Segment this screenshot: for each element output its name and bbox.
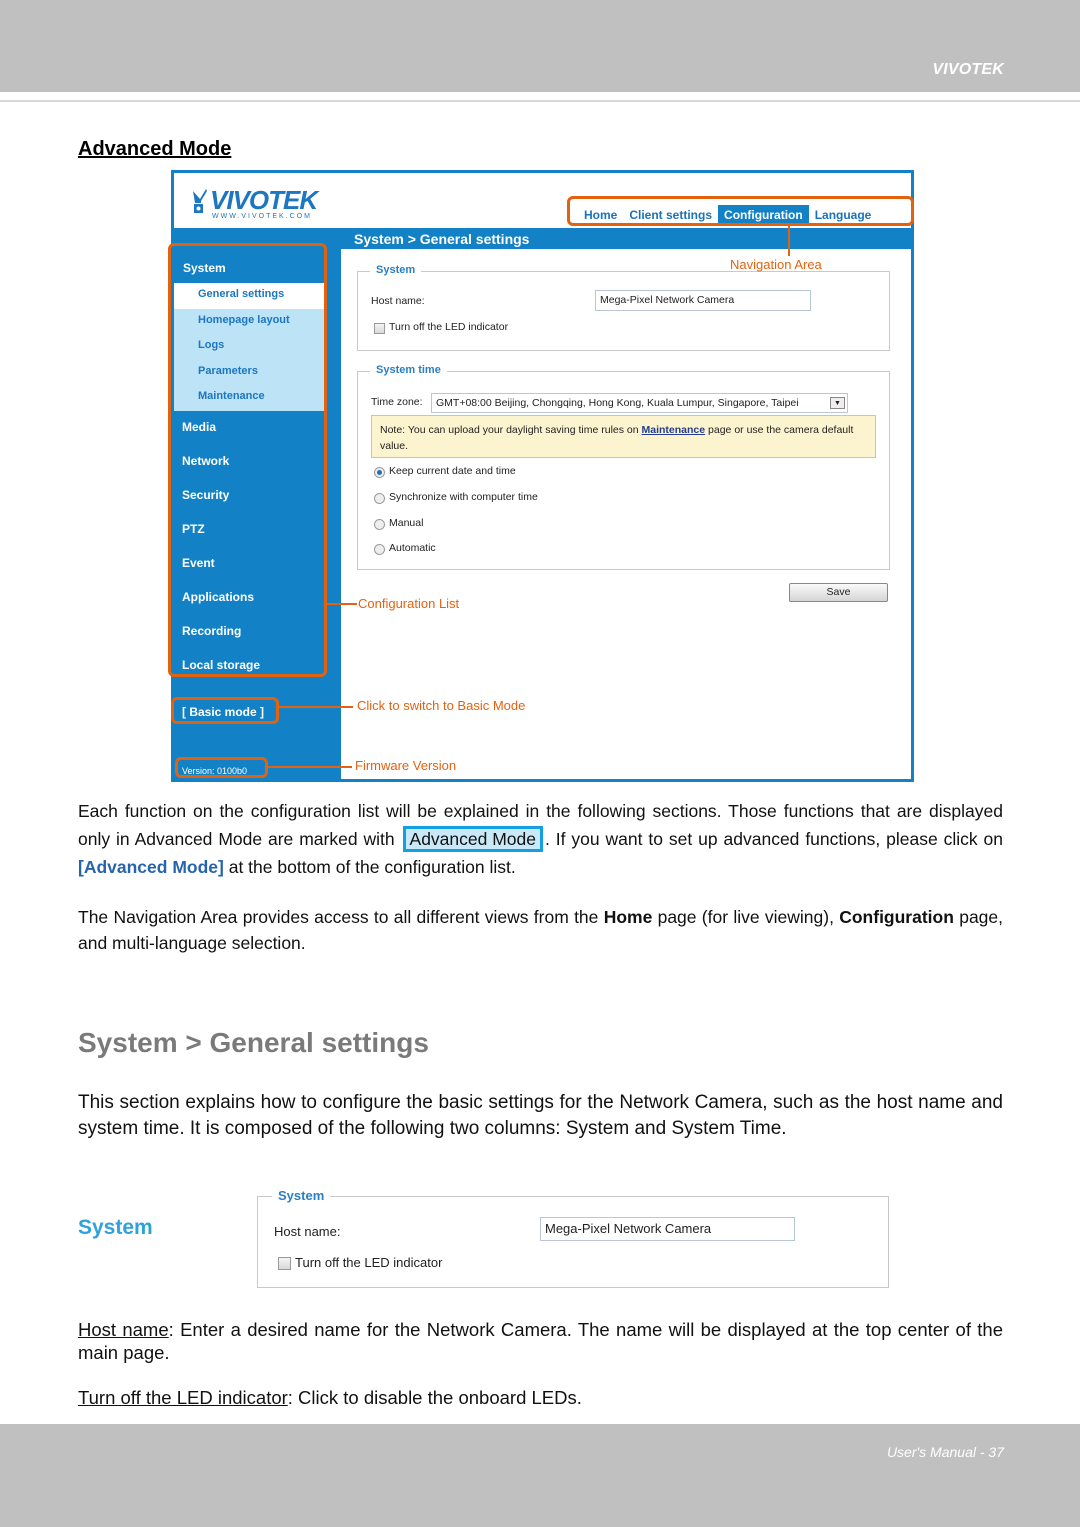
system-time-legend: System time — [370, 364, 447, 376]
maintenance-link[interactable]: Maintenance — [642, 424, 706, 436]
configuration-list-pointer — [327, 603, 357, 605]
system-panel-legend: System — [272, 1188, 331, 1203]
radio-manual[interactable] — [374, 519, 385, 530]
system-panel-host-label: Host name: — [274, 1224, 341, 1239]
led-description: Turn off the LED indicator: Click to dis… — [78, 1386, 1003, 1409]
option-sync-computer: Synchronize with computer time — [389, 491, 538, 503]
basic-mode-pointer — [279, 706, 353, 708]
page-footer: User's Manual - 37 — [0, 1424, 1080, 1527]
host-name-description: Host name: Enter a desired name for the … — [78, 1318, 1003, 1364]
led-text: : Click to disable the onboard LEDs. — [287, 1387, 582, 1408]
paragraph-section-intro: This section explains how to configure t… — [78, 1092, 1003, 1139]
radio-keep-current[interactable] — [374, 467, 385, 478]
led-label: Turn off the LED indicator — [389, 321, 509, 333]
led-term: Turn off the LED indicator — [78, 1387, 288, 1408]
para1-text-c: at the bottom of the configuration list. — [223, 857, 516, 877]
page-header: VIVOTEK — [0, 0, 1080, 92]
option-keep-current: Keep current date and time — [389, 465, 516, 477]
camera-logo-icon — [193, 189, 207, 213]
radio-sync-computer[interactable] — [374, 493, 385, 504]
system-fieldset: System Host name: Mega-Pixel Network Cam… — [357, 264, 890, 351]
configuration-list-annotation: Configuration List — [358, 596, 460, 611]
navigation-area-pointer — [788, 226, 790, 256]
page-number: User's Manual - 37 — [886, 1444, 1004, 1460]
time-zone-value: GMT+08:00 Beijing, Chongqing, Hong Kong,… — [436, 397, 799, 409]
system-legend: System — [370, 264, 422, 276]
para1-text-b: . If you want to set up advanced functio… — [545, 829, 1004, 849]
host-name-text: : Enter a desired name for the Network C… — [78, 1319, 1003, 1363]
time-zone-select[interactable]: GMT+08:00 Beijing, Chongqing, Hong Kong,… — [431, 393, 848, 413]
brand-label: VIVOTEK — [932, 61, 1004, 78]
breadcrumb: System > General settings — [354, 231, 530, 247]
system-heading: System — [78, 1216, 153, 1239]
host-name-term: Host name — [78, 1319, 169, 1340]
paragraph-navigation: The Navigation Area provides access to a… — [78, 904, 1003, 956]
dst-note: Note: You can upload your daylight savin… — [371, 415, 876, 458]
system-panel-led-label: Turn off the LED indicator — [295, 1255, 443, 1270]
vivotek-logo: VIVOTEK WWW.VIVOTEK.COM — [188, 181, 328, 223]
configuration-term: Configuration — [839, 907, 954, 927]
system-panel-screenshot: System Host name: Mega-Pixel Network Cam… — [257, 1188, 889, 1288]
header-divider — [0, 100, 1080, 102]
firmware-highlight — [175, 757, 268, 778]
advanced-mode-badge: Advanced Mode — [402, 826, 543, 852]
firmware-annotation: Firmware Version — [355, 758, 457, 773]
advanced-mode-link: [Advanced Mode] — [78, 857, 224, 877]
system-panel-led-checkbox[interactable] — [278, 1257, 291, 1270]
time-zone-label: Time zone: — [371, 396, 423, 408]
save-button[interactable]: Save — [789, 583, 888, 602]
para2-text-b: page (for live viewing), — [652, 907, 840, 927]
paragraph-advanced-mode: Each function on the configuration list … — [78, 797, 1003, 881]
section-title: System > General settings — [78, 1027, 429, 1058]
option-automatic: Automatic — [389, 542, 436, 554]
system-time-fieldset: System time Time zone: GMT+08:00 Beijing… — [357, 364, 890, 570]
configuration-list-highlight — [168, 243, 327, 677]
logo-text: VIVOTEK — [210, 185, 318, 215]
basic-mode-annotation: Click to switch to Basic Mode — [357, 698, 526, 713]
home-term: Home — [603, 907, 653, 927]
radio-automatic[interactable] — [374, 544, 385, 555]
note-text: Note: You can upload your daylight savin… — [380, 424, 642, 436]
logo-url: WWW.VIVOTEK.COM — [212, 213, 312, 220]
system-panel-host-input[interactable]: Mega-Pixel Network Camera — [540, 1217, 795, 1241]
host-name-label: Host name: — [371, 295, 425, 307]
option-manual: Manual — [389, 517, 424, 529]
host-name-input[interactable]: Mega-Pixel Network Camera — [595, 290, 811, 311]
section-heading: Advanced Mode — [78, 138, 232, 160]
navigation-area-annotation: Navigation Area — [730, 257, 822, 272]
basic-mode-highlight — [171, 697, 279, 724]
para2-text: The Navigation Area provides access to a… — [78, 907, 604, 927]
led-checkbox[interactable] — [374, 323, 385, 334]
firmware-pointer — [268, 766, 352, 768]
dropdown-arrow-icon[interactable]: ▼ — [830, 397, 845, 409]
navigation-area-highlight — [567, 196, 914, 226]
